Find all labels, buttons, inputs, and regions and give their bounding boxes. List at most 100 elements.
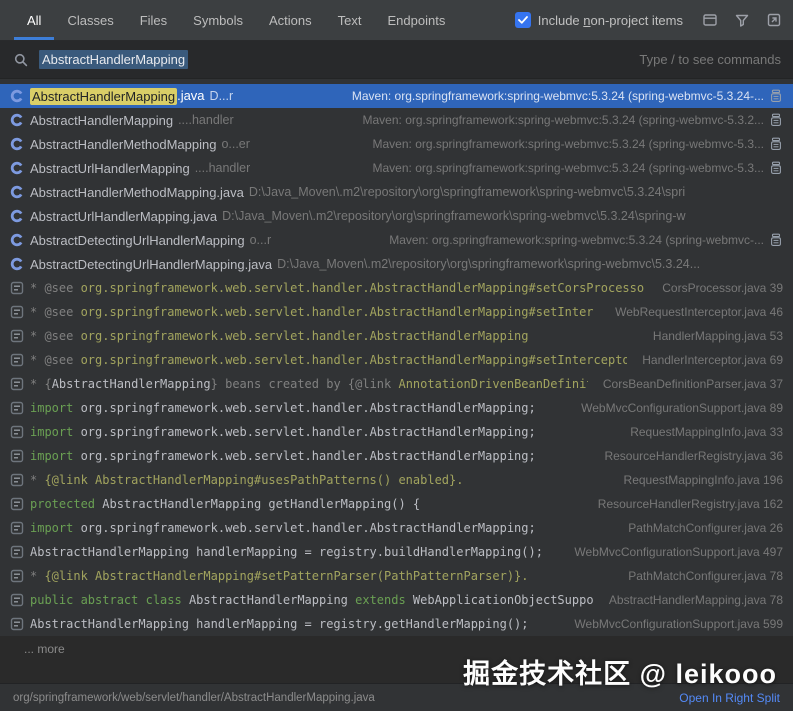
tab-endpoints[interactable]: Endpoints (375, 0, 459, 40)
result-row[interactable]: import org.springframework.web.servlet.h… (0, 396, 793, 420)
result-file-label: AbstractHandlerMapping.java 78 (608, 593, 783, 607)
result-file-label: Maven: org.springframework:spring-webmvc… (362, 113, 764, 127)
result-location: D:\Java_Moven\.m2\repository\org\springf… (248, 185, 686, 199)
result-row[interactable]: import org.springframework.web.servlet.h… (0, 444, 793, 468)
result-text: public abstract class AbstractHandlerMap… (30, 593, 594, 607)
search-input[interactable]: AbstractHandlerMapping (39, 50, 189, 69)
result-text: AbstractHandlerMapping handlerMapping = … (30, 545, 543, 559)
text-search-icon (9, 304, 25, 320)
text-search-icon (9, 520, 25, 536)
result-row[interactable]: AbstractHandlerMapping ....handler Maven: … (0, 108, 793, 132)
selected-item-path: org/springframework/web/servlet/handler/… (13, 691, 375, 704)
result-text: AbstractHandlerMethodMapping.java (30, 184, 244, 200)
result-file-label: PathMatchConfigurer.java 78 (628, 569, 783, 583)
class-icon (9, 88, 25, 104)
text-search-icon (9, 376, 25, 392)
text-search-icon (9, 280, 25, 296)
text-search-icon (9, 616, 25, 632)
result-text: * @see org.springframework.web.servlet.h… (30, 305, 594, 319)
text-search-icon (9, 496, 25, 512)
text-search-icon (9, 592, 25, 608)
result-row[interactable]: AbstractUrlHandlerMapping ....handler Mave… (0, 156, 793, 180)
result-row[interactable]: * {AbstractHandlerMapping} beans created… (0, 372, 793, 396)
result-location: D:\Java_Moven\.m2\repository\org\springf… (222, 209, 686, 223)
tab-actions[interactable]: Actions (256, 0, 325, 40)
result-row[interactable]: AbstractHandlerMethodMapping.java D:\Java… (0, 180, 793, 204)
result-text: * {AbstractHandlerMapping} beans created… (30, 377, 588, 391)
result-location: D:\Java_Moven\.m2\repository\org\springf… (277, 257, 701, 271)
result-row[interactable]: AbstractUrlHandlerMapping.java D:\Java_Mo… (0, 204, 793, 228)
result-file-label: WebRequestInterceptor.java 46 (615, 305, 783, 319)
result-location: o...r (249, 233, 272, 247)
result-text: AbstractDetectingUrlHandlerMapping.java (30, 256, 273, 272)
preview-icon[interactable] (701, 11, 719, 29)
include-non-project-checkbox[interactable]: Include non-project items (514, 12, 683, 28)
result-row[interactable]: AbstractHandlerMapping handlerMapping = … (0, 612, 793, 636)
result-row[interactable]: * {@link AbstractHandlerMapping#usesPath… (0, 468, 793, 492)
tab-bar-tabs: All Classes Files Symbols Actions Text Endpoin… (14, 0, 458, 40)
result-text: import org.springframework.web.servlet.h… (30, 425, 536, 439)
tab-bar-actions: Include non-project items (514, 0, 783, 40)
class-icon (9, 160, 25, 176)
result-location: ....handler (178, 113, 234, 127)
result-row[interactable]: public abstract class AbstractHandlerMap… (0, 588, 793, 612)
result-file-label: WebMvcConfigurationSupport.java 497 (574, 545, 783, 559)
result-text: AbstractUrlHandlerMapping.java (30, 208, 218, 224)
search-row: AbstractHandlerMapping Type / to see com… (0, 41, 793, 79)
result-file-label: RequestMappingInfo.java 33 (630, 425, 783, 439)
watermark: 掘金技术社区 @ leikooo (463, 659, 777, 689)
jar-icon (769, 136, 783, 152)
result-file-label: RequestMappingInfo.java 196 (623, 473, 783, 487)
result-text: import org.springframework.web.servlet.h… (30, 449, 536, 463)
text-search-icon (9, 424, 25, 440)
result-text: import org.springframework.web.servlet.h… (30, 521, 536, 535)
result-row[interactable]: AbstractDetectingUrlHandlerMapping.java D… (0, 252, 793, 276)
tab-symbols[interactable]: Symbols (180, 0, 256, 40)
search-hint: Type / to see commands (639, 52, 781, 67)
result-row[interactable]: * {@link AbstractHandlerMapping#setPatte… (0, 564, 793, 588)
result-row[interactable]: * @see org.springframework.web.servlet.h… (0, 276, 793, 300)
result-file-label: HandlerInterceptor.java 69 (642, 353, 783, 367)
result-text: import org.springframework.web.servlet.h… (30, 401, 536, 415)
result-row[interactable]: * @see org.springframework.web.servlet.h… (0, 300, 793, 324)
tab-classes[interactable]: Classes (54, 0, 126, 40)
checkbox-label: Include non-project items (537, 12, 683, 28)
result-row[interactable]: AbstractHandlerMethodMapping o...er Maven:… (0, 132, 793, 156)
result-file-label: Maven: org.springframework:spring-webmvc… (372, 161, 764, 175)
class-icon (9, 184, 25, 200)
tab-files[interactable]: Files (127, 0, 180, 40)
result-file-label: WebMvcConfigurationSupport.java 599 (574, 617, 783, 631)
result-text: * @see org.springframework.web.servlet.h… (30, 281, 645, 295)
result-row[interactable]: * @see org.springframework.web.servlet.h… (0, 348, 793, 372)
result-row[interactable]: protected AbstractHandlerMapping getHand… (0, 492, 793, 516)
result-row[interactable]: AbstractHandlerMapping .java D...r Maven: o… (0, 84, 793, 108)
result-text: AbstractHandlerMapping (30, 112, 174, 128)
result-row[interactable]: import org.springframework.web.servlet.h… (0, 420, 793, 444)
result-location: D...r (209, 89, 234, 103)
result-row[interactable]: AbstractDetectingUrlHandlerMapping o...r M… (0, 228, 793, 252)
result-file-label: HandlerMapping.java 53 (652, 329, 783, 343)
text-search-icon (9, 544, 25, 560)
result-row[interactable]: * @see org.springframework.web.servlet.h… (0, 324, 793, 348)
filter-icon[interactable] (733, 11, 751, 29)
result-text: * {@link AbstractHandlerMapping#setPatte… (30, 569, 529, 583)
jar-icon (769, 88, 783, 104)
jar-icon (769, 232, 783, 248)
tab-text[interactable]: Text (325, 0, 375, 40)
result-row[interactable]: import org.springframework.web.servlet.h… (0, 516, 793, 540)
result-text: AbstractUrlHandlerMapping (30, 160, 190, 176)
search-icon (12, 51, 30, 69)
text-search-icon (9, 568, 25, 584)
open-in-right-split-link[interactable]: Open In Right Split (679, 691, 780, 705)
result-text: AbstractHandlerMapping handlerMapping = … (30, 617, 529, 631)
result-location: o...er (221, 137, 250, 151)
jar-icon (769, 160, 783, 176)
class-icon (9, 112, 25, 128)
search-everywhere-popup: All Classes Files Symbols Actions Text Endpoin… (0, 0, 793, 711)
tab-bar: All Classes Files Symbols Actions Text Endpoin… (0, 0, 793, 41)
open-in-find-window-icon[interactable] (765, 11, 783, 29)
result-row[interactable]: AbstractHandlerMapping handlerMapping = … (0, 540, 793, 564)
tab-all[interactable]: All (14, 0, 55, 40)
result-file-label: WebMvcConfigurationSupport.java 89 (581, 401, 783, 415)
class-icon (9, 136, 25, 152)
